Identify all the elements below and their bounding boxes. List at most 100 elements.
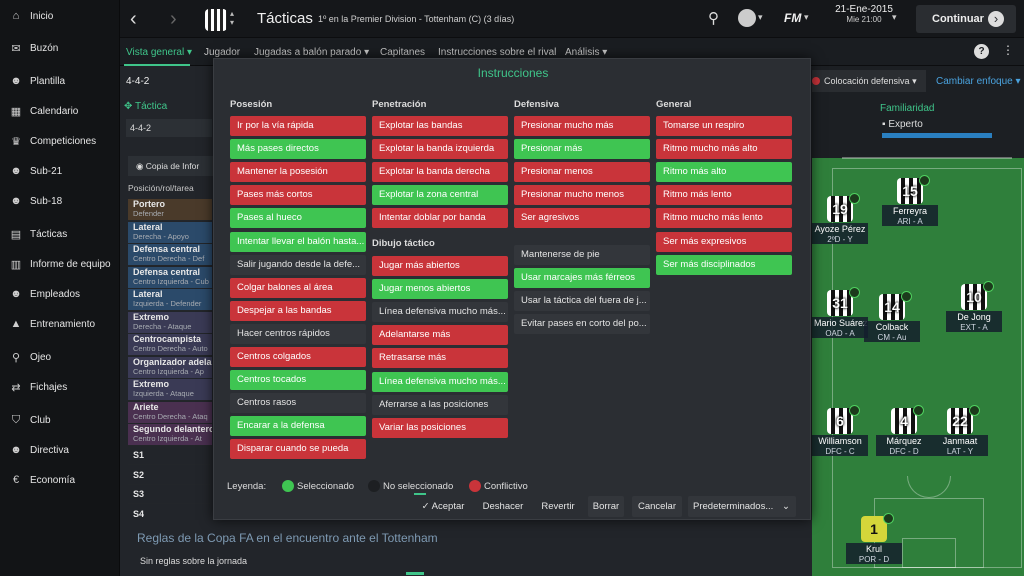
position-row[interactable]: Organizador adela Centro Izquierda - Ap [128,356,212,379]
substitute-row[interactable]: S1 [128,446,212,465]
tab-analisis[interactable]: Análisis ▾ [565,47,607,58]
player-marker[interactable]: 22 Janmaat LAT - Y [932,405,988,456]
instruction-posesion-12[interactable]: Centros rasos [230,393,366,414]
position-row[interactable]: Segundo delantero Centro Izquierda - At [128,424,212,446]
instruction-general-5[interactable]: Ser más expresivos [656,231,792,252]
help-icon[interactable]: ? [974,44,989,59]
instruction-posesion-8[interactable]: Despejar a las bandas [230,300,366,321]
globe-icon[interactable] [738,9,756,27]
substitute-row[interactable]: S3 [128,485,212,504]
position-row[interactable]: Defensa central Centro Izquierda - Cub [128,266,212,289]
tab-capitanes[interactable]: Capitanes [380,47,425,58]
position-row[interactable]: Defensa central Centro Derecha - Def [128,244,212,266]
instruction-posesion-9[interactable]: Hacer centros rápidos [230,323,366,344]
undo-button[interactable]: Deshacer [478,496,528,517]
club-crest-icon[interactable] [205,9,227,31]
back-arrow-icon[interactable]: ‹ [130,8,137,31]
tab-jugador[interactable]: Jugador [204,47,240,58]
instruction-posesion-7[interactable]: Colgar balones al área [230,277,366,298]
instruction-defensiva-4[interactable]: Ser agresivos [514,208,650,229]
formation-select[interactable]: 4-4-2 [126,76,212,92]
instruction-general-3[interactable]: Ritmo más lento [656,185,792,206]
instruction-penetracion-1[interactable]: Explotar la banda izquierda [372,139,508,160]
instruction-defensiva-6[interactable]: Usar marcajes más férreos [514,267,650,288]
instruction-dibujo-1[interactable]: Jugar menos abiertos [372,279,508,300]
instruction-posesion-6[interactable]: Salir jugando desde la defe... [230,254,366,275]
sidebar-item-directiva[interactable]: ☻ Directiva [0,436,120,464]
player-marker[interactable]: 6 Williamson DFC - C [812,405,868,456]
player-marker[interactable]: 4 Márquez DFC - D [876,405,932,456]
sidebar-item-tacticas[interactable]: ▤ Tácticas [0,220,120,248]
instruction-penetracion-2[interactable]: Explotar la banda derecha [372,162,508,183]
instruction-general-4[interactable]: Ritmo mucho más lento [656,208,792,229]
sidebar-item-buzon[interactable]: ✉ Buzón [0,34,120,62]
sidebar-item-sub18[interactable]: ☻ Sub-18 [0,187,120,215]
instruction-posesion-3[interactable]: Pases más cortos [230,185,366,206]
instruction-general-1[interactable]: Ritmo mucho más alto [656,139,792,160]
player-marker[interactable]: 10 De Jong EXT - A [946,281,1002,332]
instruction-dibujo-7[interactable]: Variar las posiciones [372,417,508,438]
instruction-posesion-4[interactable]: Pases al hueco [230,208,366,229]
instruction-posesion-14[interactable]: Disparar cuando se pueda [230,439,366,460]
instruction-defensiva-5[interactable]: Mantenerse de pie [514,244,650,265]
instruction-penetracion-0[interactable]: Explotar las bandas [372,116,508,136]
tactic-name-field[interactable]: 4-4-2 [126,119,212,137]
player-marker[interactable]: 19 Ayoze Pérez 2ºD - Y [812,193,868,244]
accept-button[interactable]: ✓ Aceptar [414,496,472,517]
chevron-down-icon[interactable]: ▾ [804,12,809,23]
instruction-posesion-13[interactable]: Encarar a la defensa [230,416,366,437]
copy-info-button[interactable]: ◉ Copia de Infor [128,156,214,176]
player-marker[interactable]: 1 Krul POR - D [846,513,902,564]
more-options-icon[interactable]: ⋮ [1002,43,1014,57]
sidebar-item-informe[interactable]: ▥ Informe de equipo [0,250,120,278]
instruction-defensiva-8[interactable]: Evitar pases en corto del po... [514,313,650,334]
sidebar-item-economia[interactable]: € Economía [0,466,120,494]
continue-button[interactable]: Continuar › [916,5,1016,33]
sidebar-item-empleados[interactable]: ☻ Empleados [0,280,120,308]
instruction-posesion-0[interactable]: Ir por la vía rápida [230,116,366,136]
instruction-dibujo-5[interactable]: Línea defensiva mucho más... [372,371,508,392]
delete-button[interactable]: Borrar [588,496,624,517]
position-row[interactable]: Lateral Derecha - Apoyo [128,221,212,244]
player-marker[interactable]: 15 Ferreyra ARI - A [882,175,938,226]
tab-vista-general[interactable]: Vista general ▾ [126,47,192,58]
sidebar-item-entrenamiento[interactable]: ▲ Entrenamiento [0,310,120,338]
position-row[interactable]: Centrocampista Centro Derecha - Auto [128,334,212,356]
fm-menu[interactable]: FM [784,11,801,25]
forward-arrow-icon[interactable]: › [170,8,177,31]
player-marker[interactable]: 31 Mario Suárez OAD - A [812,287,868,338]
instruction-dibujo-3[interactable]: Adelantarse más [372,325,508,346]
instruction-penetracion-3[interactable]: Explotar la zona central [372,185,508,206]
substitute-row[interactable]: S2 [128,465,212,485]
defensive-positioning-select[interactable]: Colocación defensiva ▾ [812,70,926,92]
change-focus-link[interactable]: Cambiar enfoque ▾ [936,76,1021,87]
player-marker[interactable]: 14 Colback CM - Au [864,291,920,342]
instruction-general-2[interactable]: Ritmo más alto [656,162,792,183]
instruction-posesion-10[interactable]: Centros colgados [230,347,366,367]
instruction-defensiva-7[interactable]: Usar la táctica del fuera de j... [514,290,650,311]
instruction-general-6[interactable]: Ser más disciplinados [656,254,792,275]
chevron-down-icon[interactable]: ▾ [892,12,897,23]
instruction-dibujo-0[interactable]: Jugar más abiertos [372,256,508,276]
position-row[interactable]: Extremo Izquierda - Ataque [128,379,212,401]
instruction-dibujo-4[interactable]: Retrasarse más [372,348,508,369]
defaults-dropdown[interactable]: Predeterminados... ⌄ [688,496,796,517]
instruction-posesion-11[interactable]: Centros tocados [230,370,366,391]
instruction-posesion-2[interactable]: Mantener la posesión [230,162,366,183]
tab-jugadas-balon-parado[interactable]: Jugadas a balón parado ▾ [254,47,369,58]
sidebar-item-ojeo[interactable]: ⚲ Ojeo [0,343,120,371]
position-row[interactable]: Lateral Izquierda - Defender [128,289,212,311]
instruction-defensiva-2[interactable]: Presionar menos [514,162,650,183]
sidebar-item-competiciones[interactable]: ♛ Competiciones [0,127,120,155]
instruction-posesion-1[interactable]: Más pases directos [230,139,366,160]
instruction-dibujo-6[interactable]: Aferrarse a las posiciones [372,394,508,415]
sidebar-item-plantilla[interactable]: ☻ Plantilla [0,67,120,95]
sidebar-item-calendario[interactable]: ▦ Calendario [0,97,120,125]
sidebar-item-fichajes[interactable]: ⇄ Fichajes [0,373,120,401]
cancel-button[interactable]: Cancelar [632,496,682,517]
instruction-defensiva-1[interactable]: Presionar más [514,139,650,160]
instruction-defensiva-0[interactable]: Presionar mucho más [514,116,650,136]
instruction-defensiva-3[interactable]: Presionar mucho menos [514,185,650,206]
sidebar-item-sub21[interactable]: ☻ Sub-21 [0,157,120,185]
position-row[interactable]: Extremo Derecha - Ataque [128,311,212,334]
